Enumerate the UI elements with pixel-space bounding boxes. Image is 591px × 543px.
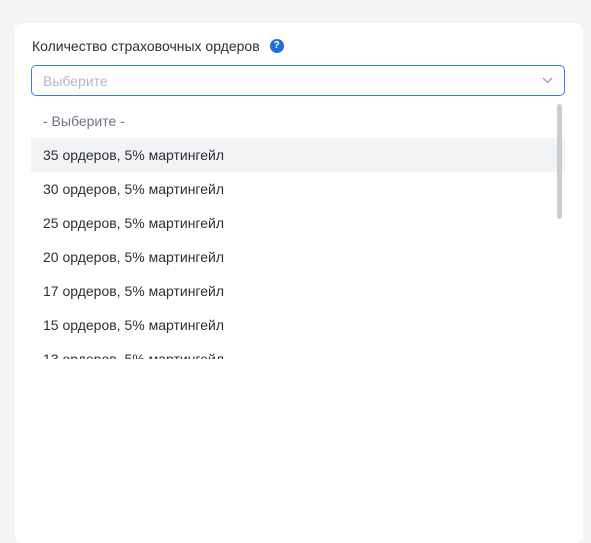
chevron-down-icon (542, 77, 553, 84)
dropdown-option-placeholder[interactable]: - Выберите - (31, 104, 565, 138)
settings-panel: Количество страховочных ордеров ? Выбери… (15, 23, 583, 543)
dropdown-option[interactable]: 20 ордеров, 5% мартингейл (31, 240, 565, 274)
field-label: Количество страховочных ордеров (32, 38, 260, 54)
select-placeholder: Выберите (43, 73, 108, 89)
safety-orders-select[interactable]: Выберите (31, 65, 565, 96)
field-label-group: Количество страховочных ордеров ? (32, 38, 284, 54)
dropdown-option[interactable]: 17 ордеров, 5% мартингейл (31, 274, 565, 308)
dropdown-scrollbar[interactable] (557, 104, 562, 219)
dropdown-option[interactable]: 13 ордеров, 5% мартингейл (31, 342, 565, 359)
dropdown-option[interactable]: 15 ордеров, 5% мартингейл (31, 308, 565, 342)
dropdown-option[interactable]: 25 ордеров, 5% мартингейл (31, 206, 565, 240)
dropdown-option[interactable]: 35 ордеров, 5% мартингейл (31, 138, 565, 172)
dropdown-option[interactable]: 30 ордеров, 5% мартингейл (31, 172, 565, 206)
question-circle-icon[interactable]: ? (269, 39, 284, 53)
dropdown-list[interactable]: - Выберите - 35 ордеров, 5% мартингейл 3… (31, 104, 565, 359)
